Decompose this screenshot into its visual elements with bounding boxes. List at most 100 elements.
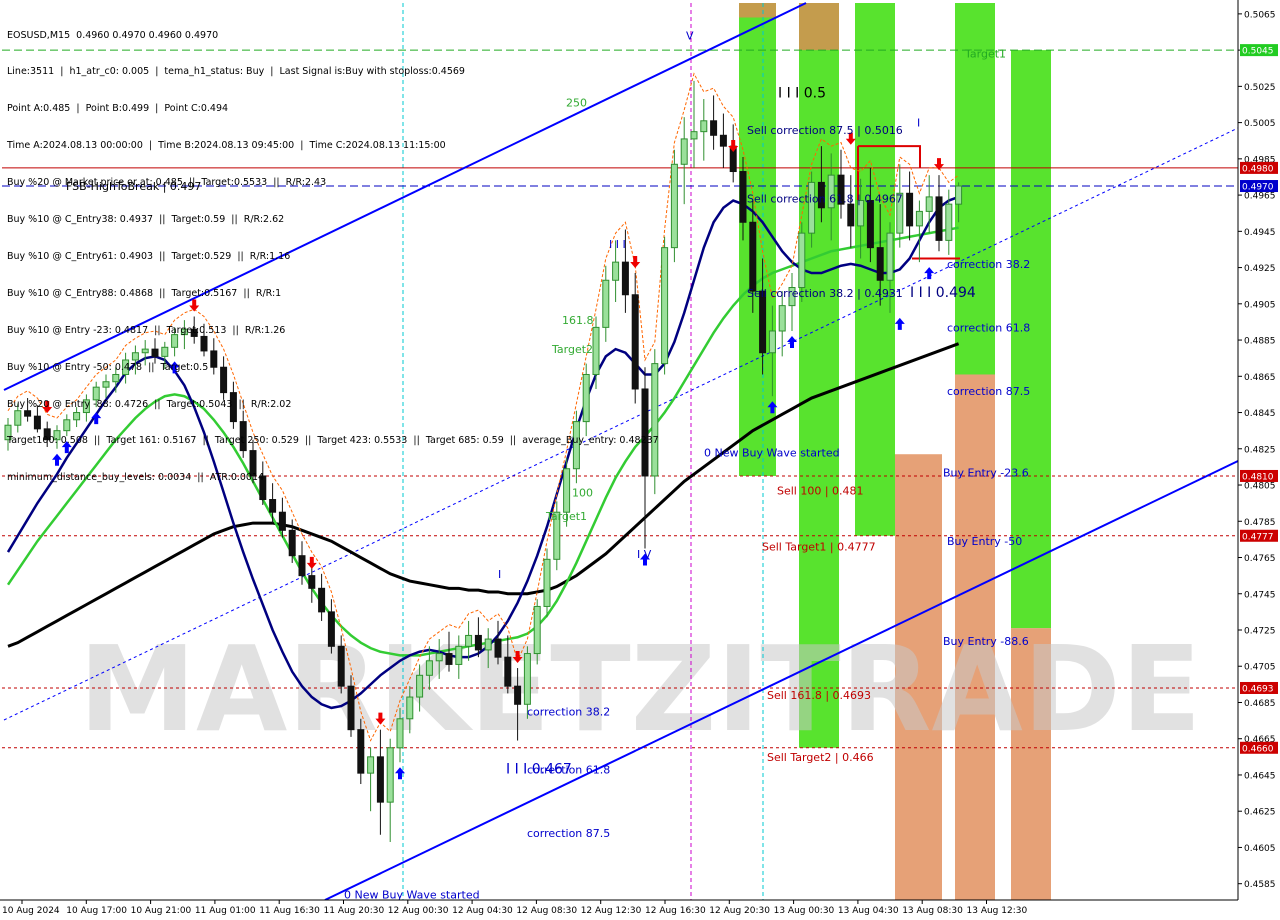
price-tick-label: 0.5005 — [1244, 119, 1276, 129]
candle-body — [357, 729, 365, 774]
price-axis-bg — [1239, 0, 1280, 920]
info-line: Buy %10 @ C_Entry61: 0.4903 || Target:0.… — [7, 250, 291, 262]
price-tick-label: 0.4725 — [1244, 626, 1276, 636]
candle-body — [435, 653, 443, 662]
candle-body — [661, 247, 669, 365]
candle-body — [543, 558, 551, 607]
info-line: minimum_distance_buy_levels: 0.0034 || A… — [7, 472, 265, 484]
chart-label: Buy Entry -50 — [947, 535, 1022, 548]
price-tick-label: 0.4745 — [1244, 590, 1276, 600]
candle-body — [288, 529, 296, 557]
price-tick-label: 0.4645 — [1244, 771, 1276, 781]
chart-label: I I I 0.494 — [910, 285, 976, 301]
candle-body — [778, 305, 786, 332]
candle-body — [886, 232, 894, 281]
time-tick-label: 13 Aug 08:30 — [902, 906, 963, 916]
candle-body — [719, 134, 727, 147]
candle-body — [445, 653, 453, 665]
candle-body — [347, 685, 355, 731]
price-tick-label: 0.4825 — [1244, 445, 1276, 455]
time-tick-label: 13 Aug 00:30 — [774, 906, 835, 916]
candle-body — [700, 120, 708, 133]
candle-body — [425, 660, 433, 676]
chart-label: 0 New Buy Wave started — [704, 446, 840, 459]
time-tick-label: 10 Aug 2024 — [2, 906, 60, 916]
candle-body — [670, 163, 678, 249]
chart-label: Buy Entry -23.6 — [943, 466, 1029, 479]
chart-label: correction 38.2 — [947, 258, 1030, 271]
candle-body — [416, 674, 424, 698]
candle-body — [798, 232, 806, 289]
candle-body — [533, 605, 541, 655]
candle-body — [915, 210, 923, 227]
chart-area: MARKETZITRADE FSB-HighToBreak | 0.497 Tar… — [0, 0, 1280, 920]
chart-label: correction 61.8 — [527, 764, 610, 777]
chart-label: Sell correction 61.8 | 0.4967 — [747, 193, 903, 206]
price-tick-label: 0.4885 — [1244, 337, 1276, 347]
chart-label: Sell correction 38.2 | 0.4931 — [747, 287, 903, 300]
candle-body — [494, 638, 502, 658]
price-tick-label: 0.4705 — [1244, 663, 1276, 673]
info-line: Point A:0.485 | Point B:0.499 | Point C:… — [7, 103, 229, 115]
price-tick-label: 0.4905 — [1244, 300, 1276, 310]
time-tick-label: 12 Aug 16:30 — [645, 906, 706, 916]
candle-body — [759, 290, 767, 354]
time-tick-label: 11 Aug 01:00 — [195, 906, 256, 916]
price-tick-label: 0.4805 — [1244, 482, 1276, 492]
chart-label: V — [686, 30, 694, 43]
candle-body — [906, 192, 914, 227]
info-panel: EOSUSD,M15 0.4960 0.4970 0.4960 0.4970 L… — [7, 5, 659, 509]
price-tick-label: 0.4605 — [1244, 844, 1276, 854]
candle-body — [955, 185, 963, 205]
candle-body — [945, 203, 953, 241]
chart-label: Sell Target2 | 0.466 — [767, 751, 874, 764]
chart-label: I — [917, 117, 920, 130]
candle-body — [327, 611, 335, 647]
candle-body — [808, 181, 816, 234]
price-tick-label: 0.4965 — [1244, 192, 1276, 202]
signal-zone — [739, 3, 776, 18]
time-tick-label: 10 Aug 21:00 — [131, 906, 192, 916]
info-line: Buy %10 @ C_Entry38: 0.4937 || Target:0.… — [7, 214, 285, 226]
candle-body — [876, 247, 884, 281]
price-tick-label: 0.4945 — [1244, 228, 1276, 238]
price-tick-label: 0.4625 — [1244, 808, 1276, 818]
time-tick-label: 13 Aug 12:30 — [967, 906, 1028, 916]
info-line: Buy %20 @ Market price or at: 0.485 || T… — [7, 177, 327, 189]
candle-body — [308, 575, 316, 589]
candle-body — [455, 645, 463, 665]
candle-body — [484, 638, 492, 651]
info-line: Buy %20 @ Entry -88: 0.4726 || Target:0.… — [7, 398, 292, 410]
info-line: Time A:2024.08.13 00:00:00 | Time B:2024… — [7, 140, 446, 152]
candle-body — [680, 138, 688, 165]
candle-body — [465, 634, 473, 647]
price-tag-label: 0.4810 — [1242, 472, 1274, 482]
info-line: Target100: 0.508 || Target 161: 0.5167 |… — [7, 435, 659, 447]
price-tick-label: 0.4765 — [1244, 554, 1276, 564]
price-tag-label: 0.4980 — [1242, 164, 1274, 174]
price-tick-label: 0.4865 — [1244, 373, 1276, 383]
info-line: Line:3511 | h1_atr_c0: 0.005 | tema_h1_s… — [7, 66, 465, 78]
time-tick-label: 12 Aug 08:30 — [516, 906, 577, 916]
price-tag-label: 0.4693 — [1242, 684, 1274, 694]
candle-body — [523, 653, 531, 705]
chart-label: I V — [637, 548, 652, 561]
candle-body — [749, 221, 757, 292]
candle-body — [474, 634, 482, 651]
candle-body — [690, 131, 698, 140]
chart-label: I I I 0.5 — [778, 86, 826, 102]
price-tag-label: 0.4660 — [1242, 744, 1274, 754]
time-tick-label: 11 Aug 20:30 — [324, 906, 385, 916]
candle-body — [866, 200, 874, 249]
chart-label: I — [498, 568, 501, 581]
candle-body — [514, 685, 522, 705]
chart-label: Sell 161.8 | 0.4693 — [767, 689, 871, 702]
candle-body — [396, 718, 404, 749]
price-tag-label: 0.5045 — [1242, 47, 1274, 57]
candle-body — [768, 330, 776, 354]
candle-body — [739, 171, 747, 223]
time-tick-label: 12 Aug 20:30 — [709, 906, 770, 916]
candle-body — [386, 747, 394, 803]
price-tick-label: 0.5025 — [1244, 83, 1276, 93]
time-axis: 10 Aug 2024 10 Aug 17:00 10 Aug 21:00 11 Au… — [0, 899, 1238, 920]
